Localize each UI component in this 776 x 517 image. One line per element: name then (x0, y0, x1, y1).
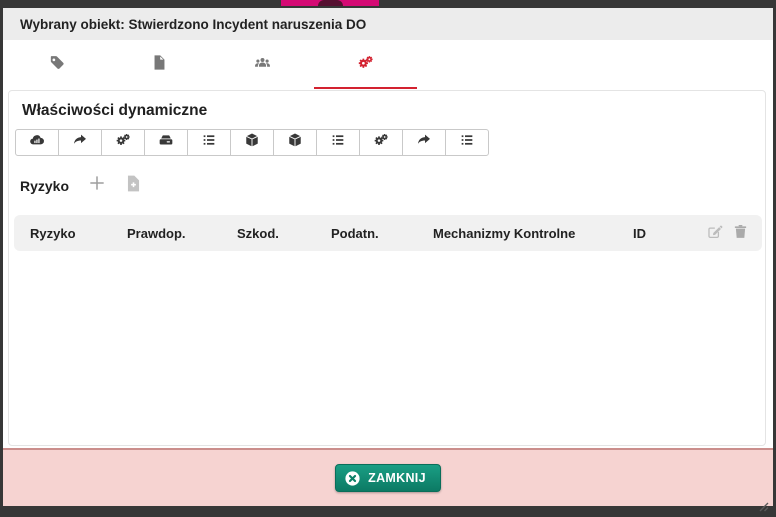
risk-label: Ryzyko (20, 177, 70, 194)
share-icon (416, 132, 432, 153)
list-icon (201, 132, 217, 153)
background-page-logo (318, 0, 343, 6)
edit-icon (706, 223, 723, 243)
delete-button[interactable] (732, 223, 749, 243)
selected-object-dialog: Wybrany obiekt: Stwierdzono Incydent nar… (3, 8, 773, 506)
share-button[interactable] (402, 129, 446, 156)
gears-icon (115, 132, 131, 153)
column-header-ryzyko: Ryzyko (30, 225, 76, 241)
dialog-footer: ZAMKNIJ (3, 448, 773, 506)
hdd-icon (158, 132, 174, 153)
properties-toolbar (15, 129, 765, 156)
risk-section: Ryzyko (20, 173, 765, 198)
file-icon (151, 54, 168, 76)
cube-button[interactable] (273, 129, 317, 156)
hdd-button[interactable] (144, 129, 188, 156)
column-header-mechanizmy: Mechanizmy Kontrolne (433, 225, 576, 241)
share-button[interactable] (58, 129, 102, 156)
dialog-titlebar: Wybrany obiekt: Stwierdzono Incydent nar… (3, 8, 773, 40)
add-risk-document-button[interactable] (124, 174, 143, 198)
plus-icon (87, 173, 107, 198)
tab-users[interactable] (211, 40, 314, 90)
cloud-button[interactable] (15, 129, 59, 156)
list-icon (330, 132, 346, 153)
column-header-prawdop: Prawdop. (127, 225, 186, 241)
close-button[interactable]: ZAMKNIJ (335, 464, 441, 492)
list-button[interactable] (445, 129, 489, 156)
panel-title: Właściwości dynamiczne (22, 102, 208, 119)
share-icon (72, 132, 88, 153)
tab-bar (3, 40, 773, 90)
risk-table-header: Ryzyko Prawdop. Szkod. Podatn. Mechanizm… (14, 215, 762, 251)
gears-icon (373, 132, 389, 153)
cube-icon (287, 132, 303, 153)
users-icon (254, 54, 271, 76)
tab-document[interactable] (108, 40, 211, 90)
cube-button[interactable] (230, 129, 274, 156)
tab-dynamic-properties[interactable] (314, 40, 417, 90)
gears-button[interactable] (101, 129, 145, 156)
page-background: { "window": { "title": "Wybrany obiekt: … (0, 0, 776, 514)
cube-icon (244, 132, 260, 153)
dialog-title: Wybrany obiekt: Stwierdzono Incydent nar… (20, 16, 367, 32)
dynamic-properties-panel: Właściwości dynamiczne Ryzyko Ryzyko Pra… (8, 90, 766, 446)
gears-button[interactable] (359, 129, 403, 156)
tab-tags[interactable] (5, 40, 108, 90)
add-risk-button[interactable] (87, 173, 107, 198)
file-plus-icon (124, 174, 143, 198)
list-icon (459, 132, 475, 153)
list-button[interactable] (316, 129, 360, 156)
background-page-header-strip (281, 0, 379, 6)
column-header-id: ID (633, 225, 646, 241)
edit-button[interactable] (706, 223, 723, 243)
tag-icon (48, 54, 65, 76)
column-header-podatn: Podatn. (331, 225, 379, 241)
close-button-label: ZAMKNIJ (368, 471, 426, 485)
trash-icon (732, 223, 749, 243)
list-button[interactable] (187, 129, 231, 156)
gears-icon (357, 54, 374, 76)
x-circle-icon (344, 470, 361, 487)
cloud-icon (29, 132, 45, 153)
resize-handle[interactable] (757, 499, 769, 512)
column-header-szkod: Szkod. (237, 225, 279, 241)
